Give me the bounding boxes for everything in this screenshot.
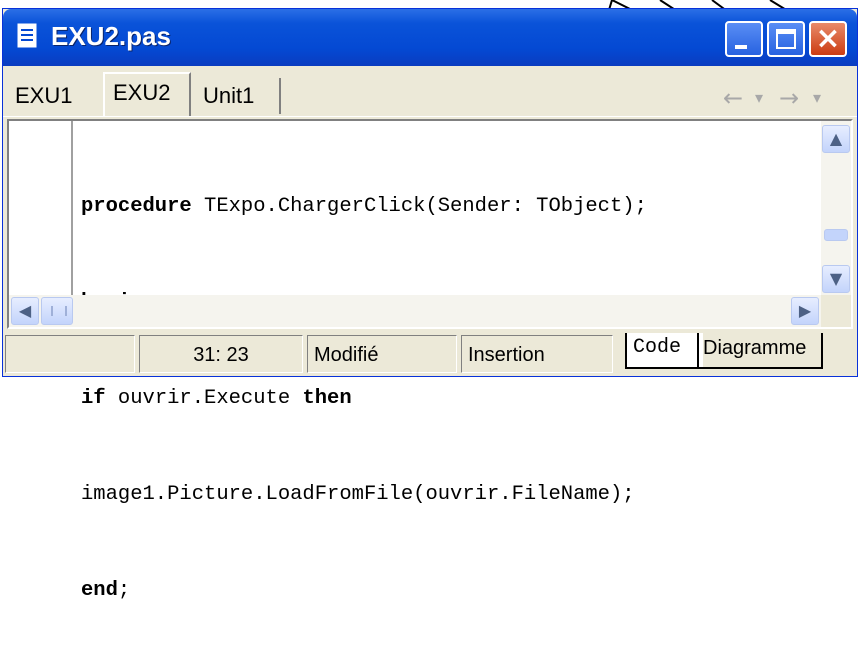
tab-exu1[interactable]: EXU1: [7, 78, 99, 114]
forward-arrow-icon[interactable]: →: [779, 86, 799, 110]
close-button[interactable]: ×: [809, 21, 847, 57]
gutter-divider: [71, 121, 73, 295]
tab-exu2[interactable]: EXU2: [103, 72, 191, 116]
modified-indicator: Modifié: [307, 335, 457, 373]
code-line: procedure TExpo.ChargerClick(Sender: TOb…: [81, 195, 647, 218]
window-title: EXU2.pas: [51, 21, 171, 51]
title-bar[interactable]: EXU2.pas ×: [3, 9, 857, 66]
editor-gutter: [9, 121, 71, 295]
code-line: end;: [81, 579, 131, 602]
maximize-icon: [776, 29, 796, 49]
code-editor[interactable]: procedure TExpo.ChargerClick(Sender: TOb…: [7, 119, 853, 602]
cursor-position: 31: 23: [139, 335, 303, 373]
status-bar: 31: 23 Modifié Insertion Code Diagramme: [3, 331, 857, 375]
maximize-button[interactable]: [767, 21, 805, 57]
back-dropdown-icon[interactable]: ▾: [755, 86, 763, 110]
arrow-right-icon[interactable]: ▶: [791, 297, 819, 325]
code-text[interactable]: procedure TExpo.ChargerClick(Sender: TOb…: [81, 127, 647, 671]
tab-code[interactable]: Code: [625, 333, 703, 369]
scrollbar-corner: [821, 295, 851, 327]
status-panel-empty: [5, 335, 135, 373]
tab-strip: EXU1 EXU2 Unit1 ← ▾ → ▾: [3, 66, 857, 117]
forward-dropdown-icon[interactable]: ▾: [813, 86, 821, 110]
vertical-scrollbar[interactable]: ▲ ▼: [821, 121, 851, 295]
insert-mode-indicator: Insertion: [461, 335, 613, 373]
minimize-icon: [735, 45, 747, 49]
code-line: if ouvrir.Execute then: [81, 387, 352, 410]
tab-unit1[interactable]: Unit1: [195, 78, 281, 114]
code-line: image1.Picture.LoadFromFile(ouvrir.FileN…: [81, 483, 635, 506]
minimize-button[interactable]: [725, 21, 763, 57]
arrow-down-icon[interactable]: ▼: [822, 265, 850, 293]
close-icon: ×: [815, 21, 841, 56]
file-icon: [17, 23, 37, 48]
arrow-up-icon[interactable]: ▲: [822, 125, 850, 153]
horizontal-scroll-thumb[interactable]: [41, 297, 73, 325]
horizontal-scrollbar[interactable]: ◀ ▶: [9, 295, 851, 327]
vertical-scroll-thumb[interactable]: [824, 229, 848, 241]
editor-window: EXU2.pas × EXU1 EXU2 Unit1 ← ▾ → ▾ proce…: [2, 8, 858, 602]
back-arrow-icon[interactable]: ←: [723, 86, 743, 110]
tab-diagram[interactable]: Diagramme: [697, 333, 823, 369]
arrow-left-icon[interactable]: ◀: [11, 297, 39, 325]
